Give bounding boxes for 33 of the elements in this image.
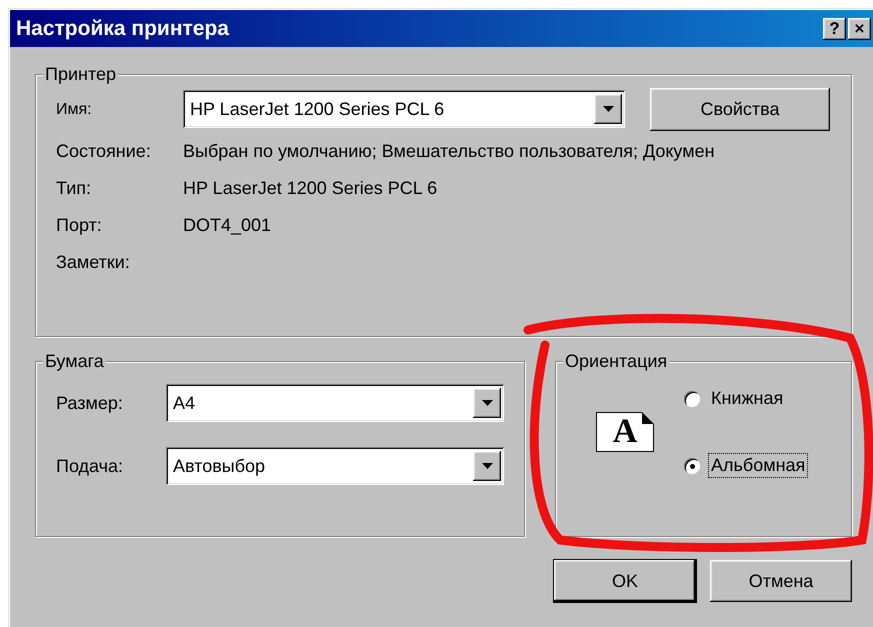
dropdown-button[interactable] <box>473 388 501 418</box>
info-value: DOT4_001 <box>183 214 272 237</box>
field-label: Подача: <box>56 454 124 478</box>
info-label: Состояние: <box>56 140 152 163</box>
info-label: Заметки: <box>56 251 131 274</box>
page-orientation-icon: A <box>596 412 654 452</box>
dropdown-value: HP LaserJet 1200 Series PCL 6 <box>189 98 446 120</box>
info-label: Порт: <box>56 214 103 237</box>
close-button[interactable]: × <box>848 18 871 40</box>
radio-button[interactable] <box>684 458 700 474</box>
dropdown-field[interactable]: HP LaserJet 1200 Series PCL 6 <box>183 90 625 128</box>
radio-label[interactable]: Книжная <box>708 386 786 411</box>
field-label: Имя: <box>56 100 93 120</box>
dropdown-field[interactable]: Автовыбор <box>166 447 504 485</box>
properties-button[interactable]: Свойства <box>650 88 830 130</box>
dropdown-button[interactable] <box>473 451 501 481</box>
caret-icon <box>482 400 492 406</box>
info-label: Тип: <box>56 177 92 200</box>
radio-label[interactable]: Альбомная <box>708 453 808 478</box>
dialog-button[interactable]: Отмена <box>710 560 852 602</box>
info-value: HP LaserJet 1200 Series PCL 6 <box>183 177 438 200</box>
caret-icon <box>482 463 492 469</box>
help-button[interactable]: ? <box>823 18 846 40</box>
dropdown-value: A4 <box>172 392 196 414</box>
radio-button[interactable] <box>684 390 700 406</box>
window-title: Настройка принтера <box>16 16 230 40</box>
dropdown-button[interactable] <box>594 94 622 124</box>
dropdown-field[interactable]: A4 <box>166 384 504 422</box>
field-label: Размер: <box>56 392 124 415</box>
info-value: Выбран по умолчанию; Вмешательство пользователя; Докумен <box>183 140 716 163</box>
dialog-button[interactable]: OK <box>554 560 696 602</box>
caret-icon <box>602 106 614 112</box>
dropdown-value: Автовыбор <box>172 456 266 476</box>
